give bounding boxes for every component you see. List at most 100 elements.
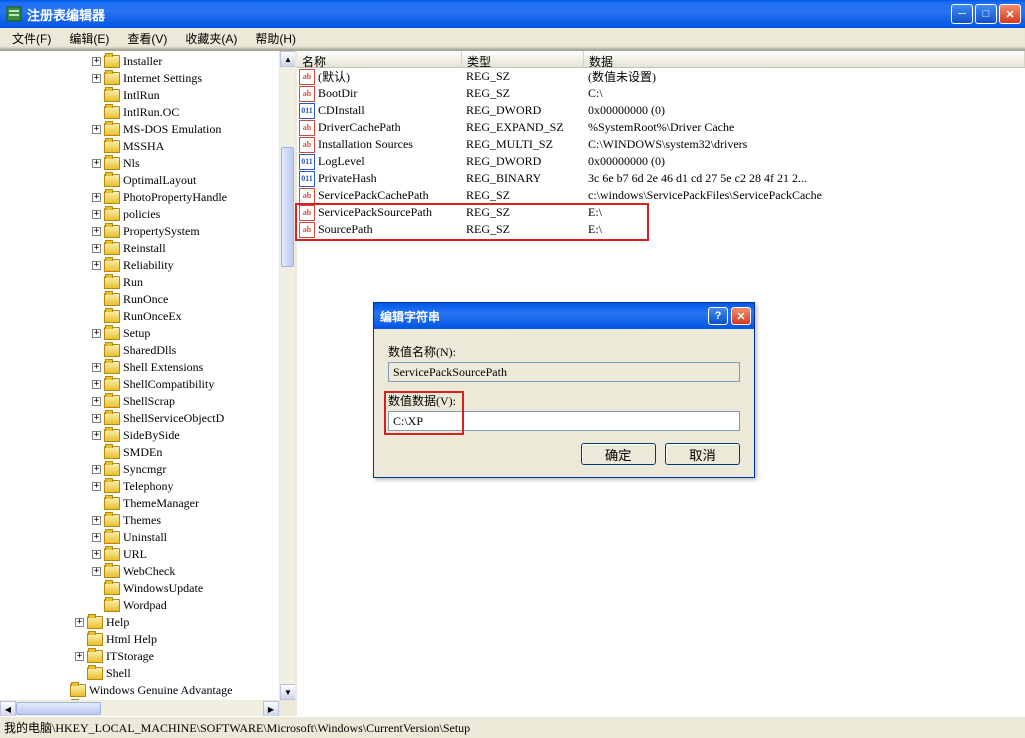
tree-item[interactable]: IntlRun: [0, 87, 279, 104]
expand-icon[interactable]: +: [92, 567, 101, 576]
folder-icon: [87, 616, 103, 629]
list-body[interactable]: ab(默认)REG_SZ(数值未设置)abBootDirREG_SZC:\011…: [297, 68, 1025, 238]
expand-icon[interactable]: +: [92, 57, 101, 66]
tree-item[interactable]: +Help: [0, 614, 279, 631]
hscroll-thumb[interactable]: [16, 702, 101, 715]
list-row[interactable]: abInstallation SourcesREG_MULTI_SZC:\WIN…: [297, 136, 1025, 153]
expand-icon[interactable]: +: [92, 414, 101, 423]
tree-item[interactable]: SharedDlls: [0, 342, 279, 359]
tree-item[interactable]: +PropertySystem: [0, 223, 279, 240]
scroll-down-icon[interactable]: ▼: [280, 684, 296, 700]
tree-item[interactable]: +URL: [0, 546, 279, 563]
tree-item[interactable]: OptimalLayout: [0, 172, 279, 189]
tree-item[interactable]: +Setup: [0, 325, 279, 342]
expand-icon[interactable]: +: [92, 397, 101, 406]
tree-item[interactable]: Wordpad: [0, 597, 279, 614]
tree-item[interactable]: +PhotoPropertyHandle: [0, 189, 279, 206]
tree-item[interactable]: +Nls: [0, 155, 279, 172]
tree-item[interactable]: +ShellScrap: [0, 393, 279, 410]
tree-item[interactable]: MSSHA: [0, 138, 279, 155]
scroll-up-icon[interactable]: ▲: [280, 51, 296, 67]
expand-icon[interactable]: +: [92, 550, 101, 559]
tree-hscroll[interactable]: ◀ ▶: [0, 700, 279, 716]
expand-icon[interactable]: +: [92, 244, 101, 253]
tree-item[interactable]: Windows Genuine Advantage: [0, 682, 279, 699]
tree-item[interactable]: IntlRun.OC: [0, 104, 279, 121]
list-row[interactable]: abSourcePathREG_SZE:\: [297, 221, 1025, 238]
close-button[interactable]: ✕: [999, 4, 1021, 24]
cancel-button[interactable]: 取消: [665, 443, 740, 465]
vscroll-thumb[interactable]: [281, 147, 294, 267]
expand-icon[interactable]: +: [92, 227, 101, 236]
expand-icon[interactable]: +: [92, 329, 101, 338]
expand-icon[interactable]: +: [92, 465, 101, 474]
menu-favorites[interactable]: 收藏夹(A): [177, 28, 245, 49]
expand-icon[interactable]: +: [92, 74, 101, 83]
expand-icon[interactable]: +: [92, 363, 101, 372]
scroll-left-icon[interactable]: ◀: [0, 701, 16, 716]
tree-item[interactable]: +policies: [0, 206, 279, 223]
menu-help[interactable]: 帮助(H): [247, 28, 304, 49]
expand-icon[interactable]: +: [92, 516, 101, 525]
list-row[interactable]: abDriverCachePathREG_EXPAND_SZ%SystemRoo…: [297, 119, 1025, 136]
expand-icon[interactable]: +: [92, 193, 101, 202]
tree-item[interactable]: +ITStorage: [0, 648, 279, 665]
tree-item[interactable]: +Themes: [0, 512, 279, 529]
scroll-right-icon[interactable]: ▶: [263, 701, 279, 716]
menu-edit[interactable]: 编辑(E): [61, 28, 117, 49]
list-pane: 名称 类型 数据 ab(默认)REG_SZ(数值未设置)abBootDirREG…: [297, 51, 1025, 716]
tree-item[interactable]: WindowsUpdate: [0, 580, 279, 597]
tree-item[interactable]: +Internet Settings: [0, 70, 279, 87]
expand-icon[interactable]: +: [92, 380, 101, 389]
value-data-input[interactable]: [388, 411, 740, 431]
expand-icon[interactable]: +: [92, 125, 101, 134]
list-row[interactable]: 011CDInstallREG_DWORD0x00000000 (0): [297, 102, 1025, 119]
list-row[interactable]: 011LogLevelREG_DWORD0x00000000 (0): [297, 153, 1025, 170]
tree-item[interactable]: +Reinstall: [0, 240, 279, 257]
expand-icon[interactable]: +: [75, 618, 84, 627]
tree-item[interactable]: Shell: [0, 665, 279, 682]
tree-item[interactable]: ThemeManager: [0, 495, 279, 512]
tree-item[interactable]: +ShellCompatibility: [0, 376, 279, 393]
list-row[interactable]: abBootDirREG_SZC:\: [297, 85, 1025, 102]
tree-item[interactable]: SMDEn: [0, 444, 279, 461]
expand-icon[interactable]: +: [92, 482, 101, 491]
tree-item[interactable]: Run: [0, 274, 279, 291]
tree-item[interactable]: +SideBySide: [0, 427, 279, 444]
expand-icon[interactable]: +: [92, 210, 101, 219]
tree-item[interactable]: +Reliability: [0, 257, 279, 274]
expand-icon[interactable]: +: [92, 261, 101, 270]
col-type[interactable]: 类型: [462, 51, 584, 67]
col-name[interactable]: 名称: [297, 51, 462, 67]
list-row[interactable]: ab(默认)REG_SZ(数值未设置): [297, 68, 1025, 85]
menu-file[interactable]: 文件(F): [4, 28, 59, 49]
tree-item[interactable]: +Telephony: [0, 478, 279, 495]
tree-vscroll[interactable]: ▲ ▼: [279, 51, 295, 700]
tree-item[interactable]: Html Help: [0, 631, 279, 648]
tree-item[interactable]: +Shell Extensions: [0, 359, 279, 376]
ok-button[interactable]: 确定: [581, 443, 656, 465]
dialog-help-button[interactable]: ?: [708, 307, 728, 325]
expand-icon[interactable]: +: [75, 652, 84, 661]
tree-item[interactable]: RunOnce: [0, 291, 279, 308]
dialog-title-bar[interactable]: 编辑字符串 ? ✕: [374, 303, 754, 329]
tree-item[interactable]: +ShellServiceObjectD: [0, 410, 279, 427]
dialog-close-button[interactable]: ✕: [731, 307, 751, 325]
list-row[interactable]: 011PrivateHashREG_BINARY3c 6e b7 6d 2e 4…: [297, 170, 1025, 187]
tree-item[interactable]: +MS-DOS Emulation: [0, 121, 279, 138]
expand-icon[interactable]: +: [92, 159, 101, 168]
tree-item[interactable]: +Syncmgr: [0, 461, 279, 478]
minimize-button[interactable]: ─: [951, 4, 973, 24]
tree-item[interactable]: +Uninstall: [0, 529, 279, 546]
tree-item[interactable]: +WebCheck: [0, 563, 279, 580]
col-data[interactable]: 数据: [584, 51, 1025, 67]
list-row[interactable]: abServicePackSourcePathREG_SZE:\: [297, 204, 1025, 221]
menu-view[interactable]: 查看(V): [119, 28, 175, 49]
expand-icon[interactable]: +: [92, 431, 101, 440]
maximize-button[interactable]: □: [975, 4, 997, 24]
list-row[interactable]: abServicePackCachePathREG_SZc:\windows\S…: [297, 187, 1025, 204]
tree-item[interactable]: +Installer: [0, 53, 279, 70]
expand-icon[interactable]: +: [92, 533, 101, 542]
tree-item[interactable]: RunOnceEx: [0, 308, 279, 325]
registry-tree[interactable]: +Installer+Internet SettingsIntlRunIntlR…: [0, 51, 279, 700]
